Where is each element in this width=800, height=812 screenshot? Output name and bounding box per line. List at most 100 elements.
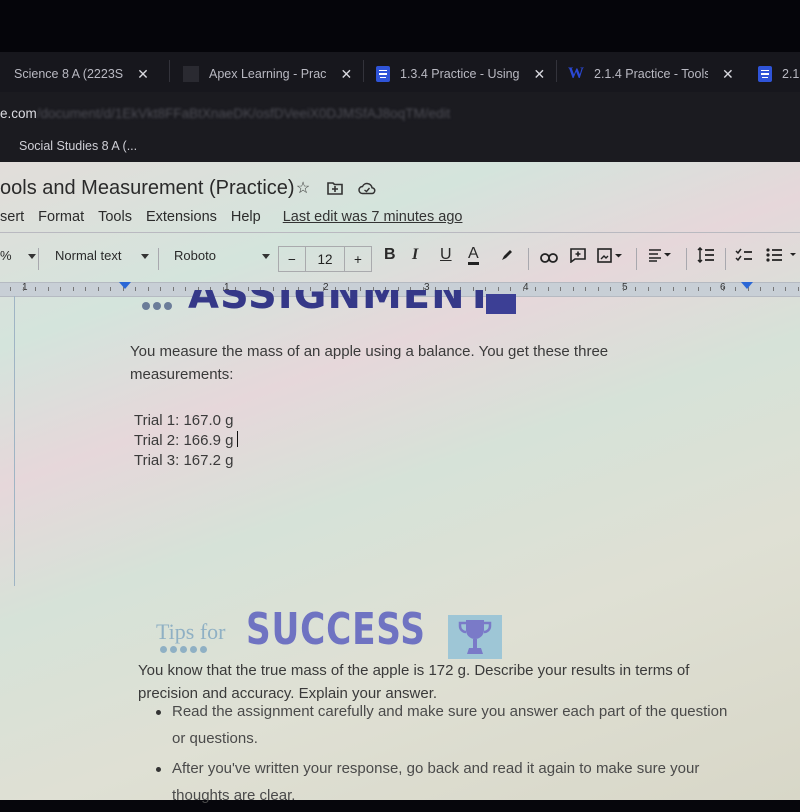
bookmarks-bar: Social Studies 8 A (...	[0, 130, 800, 162]
menu-bar: sert Format Tools Extensions Help Last e…	[0, 209, 476, 225]
align-icon[interactable]	[648, 248, 674, 267]
left-indent-marker[interactable]	[119, 282, 131, 289]
browser-tab[interactable]: 1.3.4 Practice - Using ✕	[376, 63, 545, 85]
menu-tools[interactable]: Tools	[98, 209, 132, 225]
tab-title: 2.1.4 Practice - Tools	[594, 67, 708, 81]
ruler-tick	[710, 287, 711, 291]
style-value: Normal text	[55, 248, 122, 263]
zoom-select[interactable]: %	[0, 248, 36, 263]
tips-heading: SUCCESS	[246, 604, 426, 655]
tab-separator	[363, 60, 364, 82]
ruler-tick	[585, 287, 586, 291]
divider	[0, 232, 800, 233]
divider	[158, 248, 159, 270]
close-icon[interactable]: ✕	[340, 66, 352, 83]
intro-paragraph: You measure the mass of an apple using a…	[130, 343, 609, 383]
tab-title: Science 8 A (2223S	[14, 67, 124, 81]
tips-banner: Tips for SUCCESS	[150, 602, 510, 662]
ruler-tick	[597, 287, 599, 291]
title-icons: ☆	[294, 179, 376, 197]
menu-extensions[interactable]: Extensions	[146, 209, 217, 225]
font-select[interactable]: Roboto	[174, 248, 270, 263]
underline-button[interactable]: U	[440, 246, 452, 264]
ruler-tick	[760, 287, 761, 291]
close-icon[interactable]: ✕	[722, 66, 734, 83]
ruler-tick	[60, 287, 61, 291]
text-cursor	[236, 431, 238, 447]
browser-tab[interactable]: Science 8 A (2223S ✕	[14, 63, 149, 85]
tips-list-item: After you've written your response, go b…	[150, 755, 740, 809]
ruler-tick	[772, 287, 774, 291]
zoom-value: %	[0, 248, 12, 263]
close-icon[interactable]: ✕	[137, 66, 149, 83]
insert-image-icon[interactable]	[597, 248, 623, 268]
url-domain: e.com	[0, 106, 37, 121]
ruler-tick	[735, 287, 736, 291]
banner-icon	[486, 294, 516, 314]
trial-line: Trial 3: 167.2 g	[134, 452, 234, 469]
highlight-icon[interactable]	[500, 248, 514, 267]
address-bar[interactable]: e.com/document/d/1EkVkt8FFaBtXnaeDK/osfD…	[0, 92, 800, 130]
tab-title: Apex Learning - Prac	[209, 67, 327, 81]
ruler-tick	[685, 287, 686, 291]
bookmark-item[interactable]: Social Studies 8 A (...	[19, 139, 137, 153]
docs-icon	[376, 66, 390, 82]
browser-tab[interactable]: 2.1	[758, 63, 799, 85]
font-size-input[interactable]: 12	[306, 247, 345, 271]
browser-tab[interactable]: Apex Learning - Prac ✕	[183, 63, 352, 85]
last-edit-link[interactable]: Last edit was 7 minutes ago	[283, 209, 463, 225]
url-text[interactable]: e.com/document/d/1EkVkt8FFaBtXnaeDK/osfD…	[0, 106, 450, 121]
ruler-tick	[610, 287, 611, 291]
ruler-label: 4	[523, 282, 529, 293]
increase-font-size-button[interactable]: +	[345, 247, 371, 271]
tips-list: Read the assignment carefully and make s…	[150, 698, 740, 812]
ruler-tick	[47, 287, 49, 291]
ruler-tick	[560, 287, 561, 291]
close-icon[interactable]: ✕	[534, 66, 546, 83]
move-to-folder-icon[interactable]	[326, 179, 344, 197]
line-spacing-icon[interactable]	[697, 246, 715, 268]
tab-separator	[556, 60, 557, 82]
ruler-tick	[35, 287, 36, 291]
divider	[38, 248, 39, 270]
star-icon[interactable]: ☆	[294, 179, 312, 197]
ruler-tick	[660, 287, 661, 291]
url-path: /document/d/1EkVkt8FFaBtXnaeDK/osfDVeeiX…	[36, 106, 451, 121]
word-icon: W	[568, 65, 584, 82]
right-indent-marker[interactable]	[741, 282, 753, 289]
ruler-tick	[110, 287, 111, 291]
banner-heading: ASSIGNMENT	[188, 290, 494, 318]
ruler-tick	[722, 287, 724, 291]
ruler-tick	[785, 287, 786, 291]
page-margin-line	[14, 296, 15, 586]
style-select[interactable]: Normal text	[55, 248, 149, 263]
trial-text: Trial 2: 166.9 g	[134, 432, 234, 449]
trophy-icon	[448, 615, 502, 659]
divider	[528, 248, 529, 270]
ruler-tick	[622, 287, 624, 291]
ruler-tick	[22, 287, 24, 291]
ruler-tick	[10, 287, 11, 291]
cloud-saved-icon[interactable]	[358, 179, 376, 197]
ruler-tick	[85, 287, 86, 291]
menu-help[interactable]: Help	[231, 209, 261, 225]
trial-line: Trial 1: 167.0 g	[134, 412, 234, 429]
docs-app: ools and Measurement (Practice) ☆ sert F…	[0, 162, 800, 804]
bulleted-list-icon[interactable]	[766, 248, 796, 267]
tips-list-item: Read the assignment carefully and make s…	[150, 698, 740, 752]
menu-format[interactable]: Format	[38, 209, 84, 225]
decrease-font-size-button[interactable]: −	[279, 247, 306, 271]
divider	[686, 248, 687, 270]
italic-button[interactable]: I	[412, 246, 418, 264]
screen-bezel	[0, 0, 800, 52]
link-icon[interactable]	[540, 250, 558, 268]
add-comment-icon[interactable]	[570, 248, 586, 268]
font-size-stepper[interactable]: − 12 +	[278, 246, 372, 272]
bold-button[interactable]: B	[384, 246, 396, 264]
document-title[interactable]: ools and Measurement (Practice)	[0, 177, 295, 200]
font-value: Roboto	[174, 248, 216, 263]
checklist-icon[interactable]	[735, 248, 753, 267]
text-color-button[interactable]: A	[468, 246, 479, 265]
browser-tab[interactable]: W 2.1.4 Practice - Tools ✕	[568, 63, 734, 85]
menu-insert[interactable]: sert	[0, 209, 24, 225]
